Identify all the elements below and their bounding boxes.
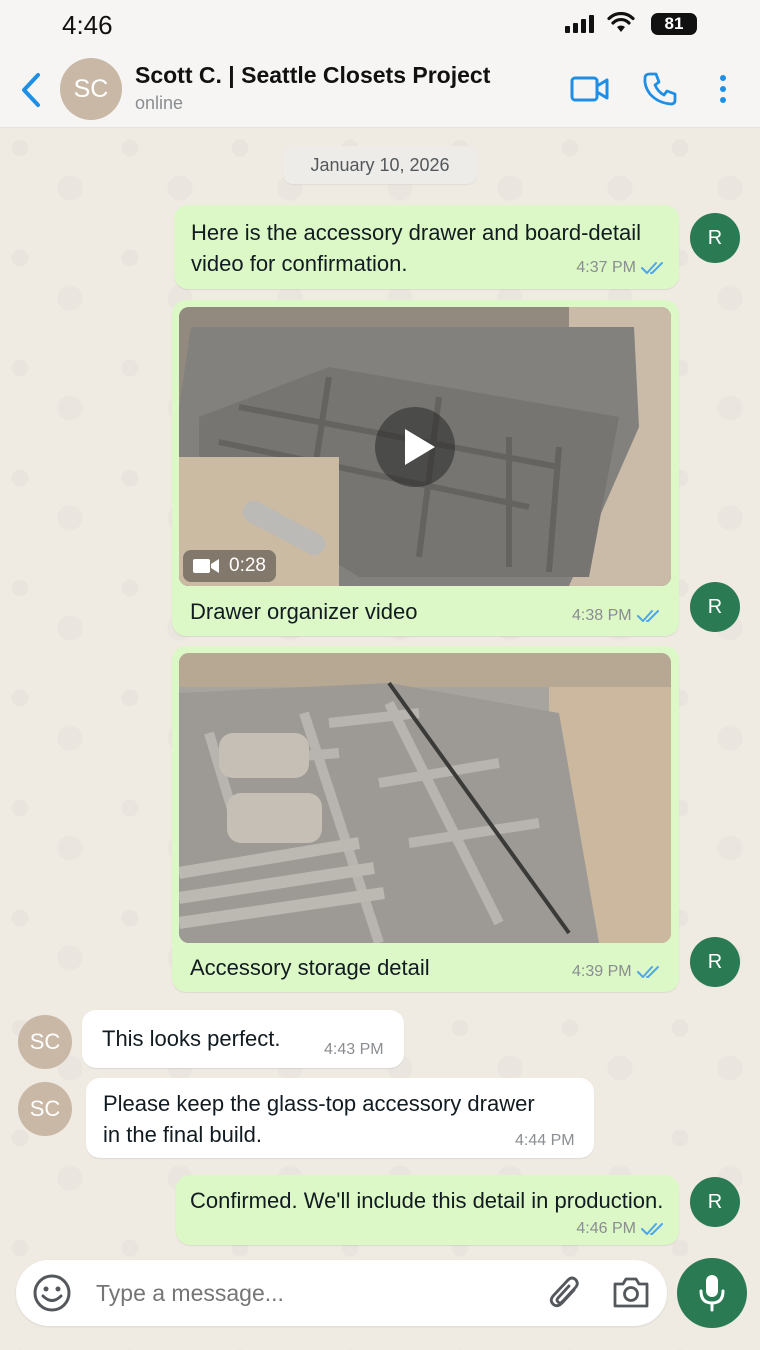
message-text: Here is the accessory drawer and board-d… [191,220,642,276]
contact-avatar[interactable]: SC [60,58,122,120]
date-separator: January 10, 2026 [283,146,477,184]
camera-icon[interactable] [612,1275,650,1309]
video-camera-icon [193,559,219,573]
message-meta: 4:39 PM [572,963,663,981]
microphone-icon [699,1275,725,1312]
sender-avatar: SC [18,1015,72,1069]
message-time: 4:37 PM [576,259,636,276]
emoji-icon[interactable] [32,1273,72,1313]
message-text: Please keep the glass-top accessory draw… [103,1091,535,1147]
voice-call-icon[interactable] [642,71,678,107]
media-caption: Accessory storage detail [190,955,430,980]
message-input[interactable] [96,1280,516,1307]
message-meta: 4:37 PM [576,259,667,277]
signal-icon [565,15,594,33]
read-receipt-icon [641,1223,663,1235]
image-thumbnail[interactable] [179,653,671,943]
message-meta: 4:38 PM [572,607,663,625]
video-duration: 0:28 [229,555,266,576]
sender-avatar: R [690,937,740,987]
read-receipt-icon [636,966,659,978]
message-time: 4:46 PM [576,1220,636,1237]
status-time: 4:46 [62,10,113,40]
play-button[interactable] [375,407,455,487]
contact-name[interactable]: Scott C. | Seattle Closets Project [135,62,490,89]
chat-header: SC Scott C. | Seattle Closets Project on… [0,50,760,128]
sender-avatar: SC [18,1082,72,1136]
back-button[interactable] [14,70,48,110]
wifi-icon [607,12,635,32]
video-call-icon[interactable] [570,74,610,104]
video-duration-badge: 0:28 [183,550,276,582]
sender-avatar: R [690,582,740,632]
message-bubble-incoming[interactable]: This looks perfect. 4:43 PM [82,1010,404,1068]
read-receipt-icon [636,610,659,622]
message-bubble-outgoing[interactable]: Confirmed. We'll include this detail in … [176,1175,679,1245]
message-time: 4:39 PM [572,963,632,980]
attachment-icon[interactable] [548,1274,582,1312]
read-receipt-icon [641,262,663,274]
message-composer [16,1260,667,1326]
sender-avatar: R [690,213,740,263]
sender-avatar: R [690,1177,740,1227]
message-time: 4:43 PM [324,1041,384,1058]
more-options-icon[interactable] [717,74,729,106]
message-meta: 4:46 PM [576,1220,667,1238]
media-caption: Drawer organizer video [190,599,418,624]
message-text: This looks perfect. [102,1026,281,1051]
message-time: 4:44 PM [515,1132,575,1149]
message-time: 4:38 PM [572,607,632,624]
message-bubble-incoming[interactable]: Please keep the glass-top accessory draw… [86,1078,594,1158]
status-bar: 4:46 81 [0,0,760,50]
message-text: Confirmed. We'll include this detail in … [190,1188,664,1213]
accessory-storage-image [179,653,671,943]
battery-indicator: 81 [651,13,697,35]
video-thumbnail[interactable]: 0:28 [179,307,671,586]
voice-message-button[interactable] [677,1258,747,1328]
contact-status: online [135,93,184,113]
message-bubble-outgoing[interactable]: Here is the accessory drawer and board-d… [174,205,679,289]
